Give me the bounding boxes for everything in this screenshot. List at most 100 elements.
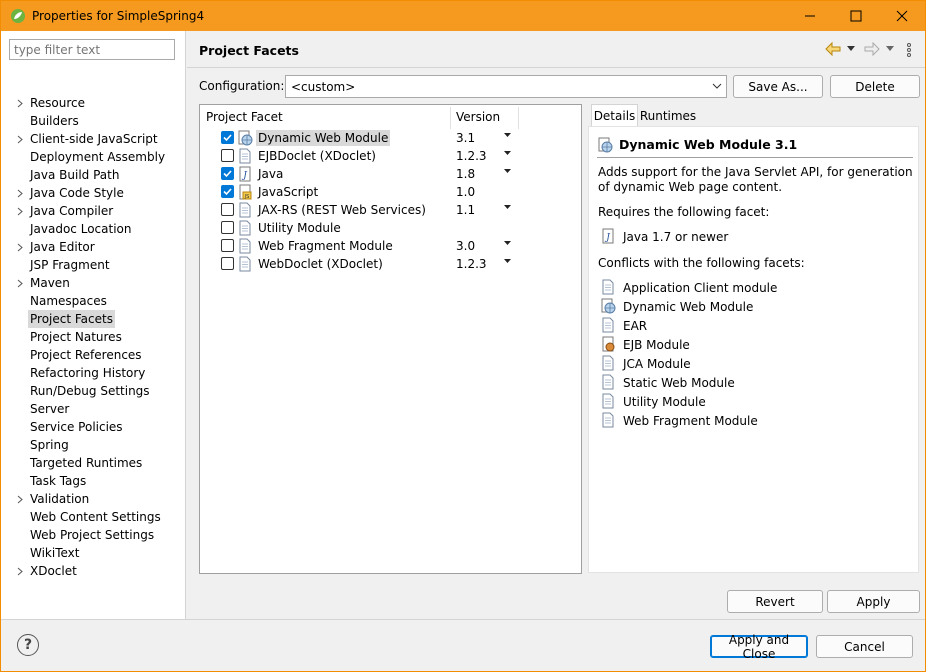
list-icon-wrap: [600, 298, 616, 314]
apply-button[interactable]: Apply: [827, 590, 920, 613]
facet-row[interactable]: EJBDoclet (XDoclet) 1.2.3: [200, 147, 581, 165]
forward-arrow-icon[interactable]: [864, 42, 880, 56]
facet-row[interactable]: Dynamic Web Module 3.1: [200, 129, 581, 147]
tree-item-validation[interactable]: Validation: [30, 490, 89, 508]
column-divider: [518, 107, 519, 129]
facet-checkbox[interactable]: [221, 185, 234, 198]
facet-version[interactable]: 3.0: [456, 239, 475, 253]
ejb-icon: [602, 336, 615, 352]
facet-checkbox[interactable]: [221, 203, 234, 216]
facet-version[interactable]: 1.2.3: [456, 257, 487, 271]
facet-checkbox[interactable]: [221, 167, 234, 180]
forward-dropdown-icon[interactable]: [886, 46, 894, 52]
tree-item-spring[interactable]: Spring: [30, 436, 69, 454]
java-icon: J: [602, 228, 614, 244]
maximize-button[interactable]: [833, 1, 879, 31]
tree-item-project-facets[interactable]: Project Facets: [28, 310, 115, 328]
version-dropdown-icon[interactable]: [504, 203, 511, 213]
expand-arrow-icon[interactable]: [15, 130, 25, 148]
expand-arrow-icon[interactable]: [15, 202, 25, 220]
expand-arrow-icon[interactable]: [15, 562, 25, 580]
tree-item-targeted-runtimes[interactable]: Targeted Runtimes: [30, 454, 142, 472]
facet-checkbox[interactable]: [221, 131, 234, 144]
tree-item-server[interactable]: Server: [30, 400, 69, 418]
facet-row[interactable]: Web Fragment Module 3.0: [200, 237, 581, 255]
expand-arrow-icon[interactable]: [15, 238, 25, 256]
facet-version[interactable]: 1.0: [456, 185, 475, 199]
tree-item-project-references[interactable]: Project References: [30, 346, 142, 364]
facet-version[interactable]: 1.8: [456, 167, 475, 181]
footer-separator: [1, 619, 925, 620]
minimize-button[interactable]: [787, 1, 833, 31]
document-icon: [239, 202, 251, 218]
tree-item-task-tags[interactable]: Task Tags: [30, 472, 86, 490]
close-button[interactable]: [879, 1, 925, 31]
facet-version[interactable]: 1.1: [456, 203, 475, 217]
version-dropdown-icon[interactable]: [504, 149, 511, 159]
tree-item-resource[interactable]: Resource: [30, 94, 85, 112]
tree-item-java-editor[interactable]: Java Editor: [30, 238, 95, 256]
facet-name: JAX-RS (REST Web Services): [258, 203, 426, 217]
tree-item-namespaces[interactable]: Namespaces: [30, 292, 107, 310]
save-as-button[interactable]: Save As...: [733, 75, 823, 98]
document-icon: [602, 412, 614, 428]
facet-checkbox[interactable]: [221, 257, 234, 270]
tree-item-java-compiler[interactable]: Java Compiler: [30, 202, 113, 220]
page-title: Project Facets: [199, 43, 299, 58]
tree-item-jsp-fragment[interactable]: JSP Fragment: [30, 256, 110, 274]
tree-item-javadoc-location[interactable]: Javadoc Location: [30, 220, 131, 238]
window-title: Properties for SimpleSpring4: [32, 9, 205, 23]
tree-item-xdoclet[interactable]: XDoclet: [30, 562, 77, 580]
tree-item-builders[interactable]: Builders: [30, 112, 79, 130]
preferences-tree: ResourceBuildersClient-side JavaScriptDe…: [1, 31, 186, 619]
tree-item-project-natures[interactable]: Project Natures: [30, 328, 122, 346]
tree-item-web-project-settings[interactable]: Web Project Settings: [30, 526, 154, 544]
tree-item-maven[interactable]: Maven: [30, 274, 70, 292]
version-dropdown-icon[interactable]: [504, 257, 511, 267]
facet-version[interactable]: 3.1: [456, 131, 475, 145]
facet-row[interactable]: JAX-RS (REST Web Services) 1.1: [200, 201, 581, 219]
tab-runtimes[interactable]: Runtimes: [640, 105, 696, 127]
tree-item-deployment-assembly[interactable]: Deployment Assembly: [30, 148, 165, 166]
version-dropdown-icon[interactable]: [504, 167, 511, 177]
help-button[interactable]: ?: [17, 634, 39, 656]
filter-input[interactable]: [9, 39, 175, 60]
tree-item-client-side-javascript[interactable]: Client-side JavaScript: [30, 130, 158, 148]
facet-checkbox[interactable]: [221, 149, 234, 162]
close-icon: [896, 10, 908, 22]
facet-row[interactable]: Utility Module: [200, 219, 581, 237]
facet-checkbox[interactable]: [221, 221, 234, 234]
tree-item-service-policies[interactable]: Service Policies: [30, 418, 123, 436]
expand-arrow-icon[interactable]: [15, 94, 25, 112]
tree-item-java-build-path[interactable]: Java Build Path: [30, 166, 119, 184]
facet-version[interactable]: 1.2.3: [456, 149, 487, 163]
column-header-facet[interactable]: Project Facet: [206, 110, 283, 124]
expand-arrow-icon[interactable]: [15, 490, 25, 508]
cancel-button[interactable]: Cancel: [816, 635, 913, 658]
tab-details[interactable]: Details: [591, 104, 638, 127]
view-menu-icon[interactable]: [906, 42, 912, 58]
version-dropdown-icon[interactable]: [504, 239, 511, 249]
facet-row[interactable]: JS JavaScript 1.0: [200, 183, 581, 201]
apply-and-close-button[interactable]: Apply and Close: [710, 633, 808, 661]
spring-app-icon: [11, 9, 25, 23]
facet-icon-wrap: JS: [237, 184, 253, 200]
facet-checkbox[interactable]: [221, 239, 234, 252]
back-arrow-icon[interactable]: [825, 42, 841, 56]
delete-button[interactable]: Delete: [830, 75, 920, 98]
column-header-version[interactable]: Version: [456, 110, 500, 124]
tree-item-java-code-style[interactable]: Java Code Style: [30, 184, 124, 202]
configuration-combo[interactable]: <custom>: [285, 75, 727, 98]
version-dropdown-icon[interactable]: [504, 131, 511, 141]
back-dropdown-icon[interactable]: [847, 46, 855, 52]
expand-arrow-icon[interactable]: [15, 274, 25, 292]
revert-button[interactable]: Revert: [727, 590, 823, 613]
facet-row[interactable]: J Java 1.8: [200, 165, 581, 183]
tree-item-wikitext[interactable]: WikiText: [30, 544, 80, 562]
list-item: EJB Module: [623, 338, 690, 352]
tree-item-run-debug-settings[interactable]: Run/Debug Settings: [30, 382, 150, 400]
expand-arrow-icon[interactable]: [15, 184, 25, 202]
tree-item-refactoring-history[interactable]: Refactoring History: [30, 364, 145, 382]
facet-row[interactable]: WebDoclet (XDoclet) 1.2.3: [200, 255, 581, 273]
tree-item-web-content-settings[interactable]: Web Content Settings: [30, 508, 161, 526]
